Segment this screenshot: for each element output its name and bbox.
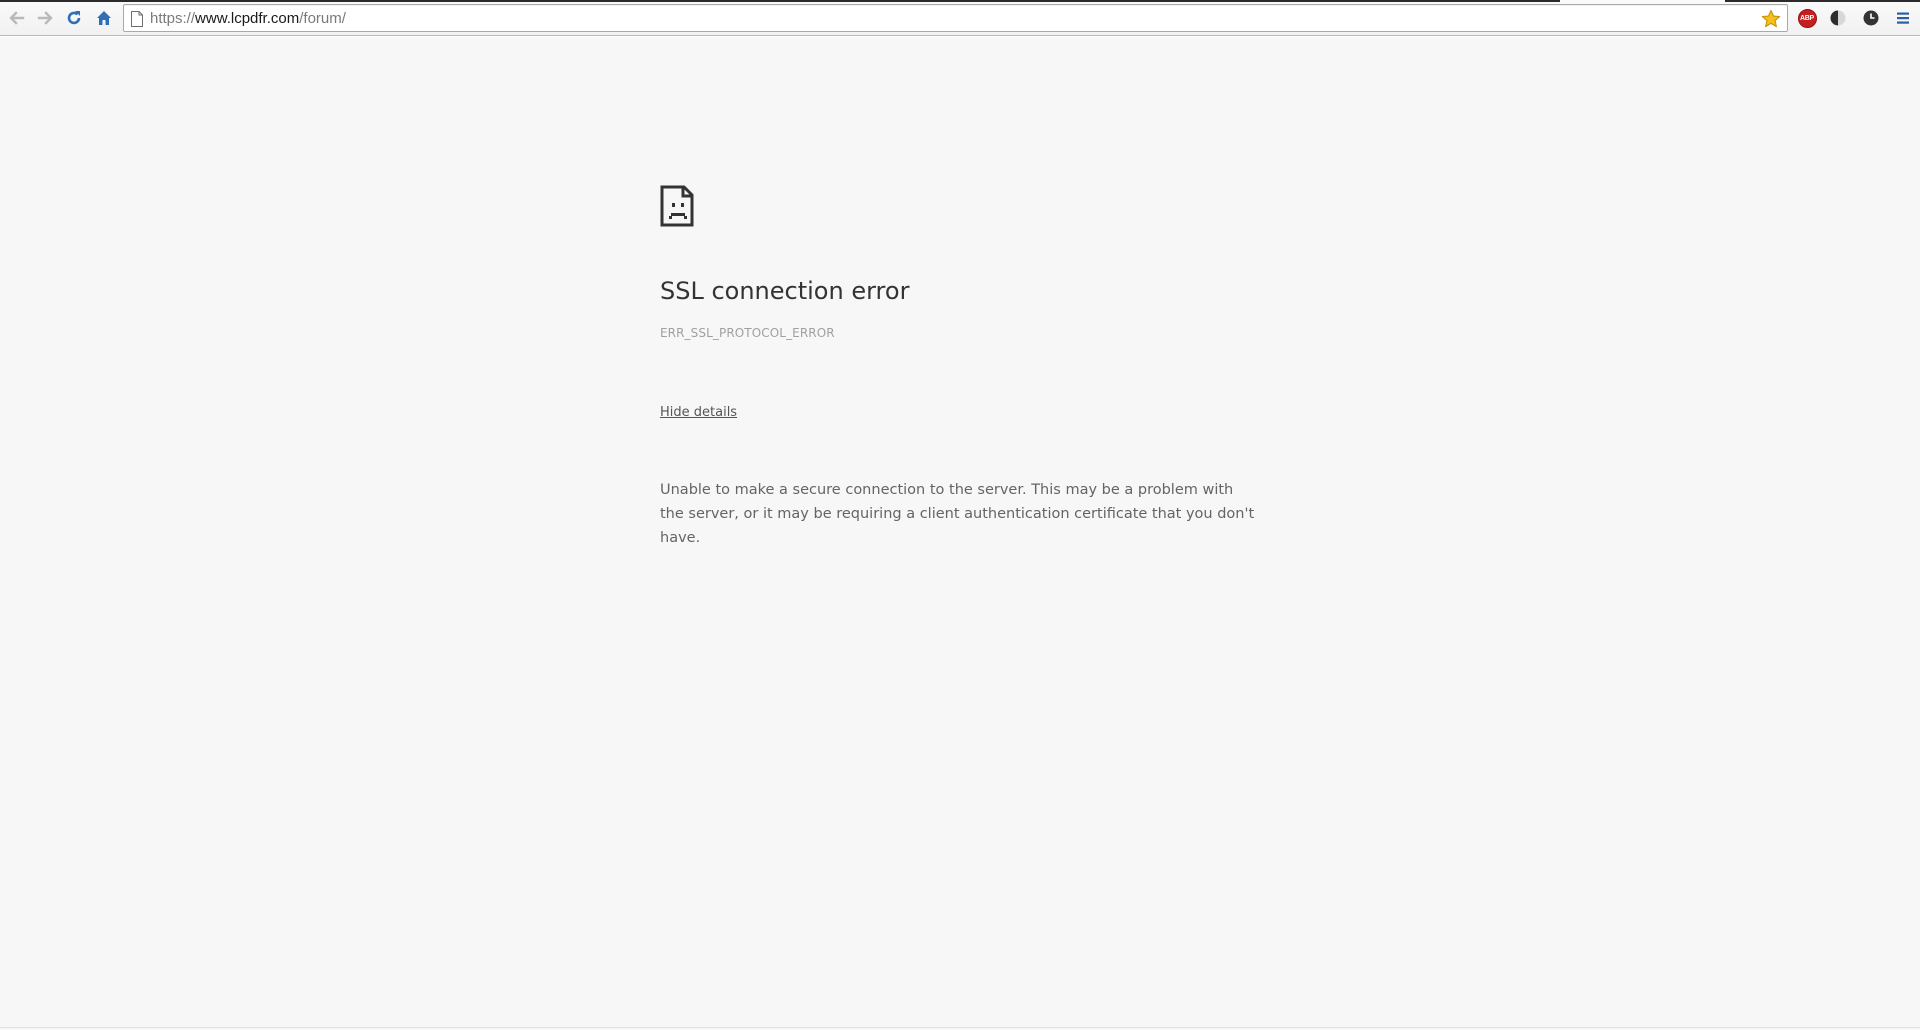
adblock-icon: ABP: [1797, 8, 1817, 28]
forward-button[interactable]: [33, 6, 57, 30]
extension-button-halfmoon[interactable]: [1827, 7, 1849, 29]
forward-arrow-icon: [37, 11, 53, 25]
browser-toolbar: https://www.lcpdfr.com/forum/ ABP: [0, 0, 1920, 36]
url-host: www.lcpdfr.com: [195, 10, 300, 27]
url-text[interactable]: https://www.lcpdfr.com/forum/: [150, 10, 346, 28]
page-content: SSL connection error ERR_SSL_PROTOCOL_ER…: [0, 37, 1920, 1030]
url-path: /forum/: [299, 10, 346, 27]
error-code: ERR_SSL_PROTOCOL_ERROR: [660, 326, 835, 340]
back-button[interactable]: [5, 6, 29, 30]
adblock-extension-button[interactable]: ABP: [1796, 7, 1818, 29]
url-scheme: https://: [150, 10, 196, 27]
error-title: SSL connection error: [660, 277, 910, 305]
tab-strip-edge: [0, 0, 1920, 2]
sad-page-icon: [660, 185, 694, 227]
back-arrow-icon: [9, 11, 25, 25]
clock-icon: [1863, 10, 1879, 26]
extension-button-clock[interactable]: [1860, 7, 1882, 29]
error-description: Unable to make a secure connection to th…: [660, 482, 1255, 546]
home-icon: [97, 11, 111, 25]
home-button[interactable]: [92, 6, 116, 30]
reload-icon: [67, 11, 81, 25]
hamburger-menu-icon: [1897, 12, 1909, 24]
bottom-divider: [0, 1027, 1920, 1028]
page-icon: [131, 11, 143, 27]
reload-button[interactable]: [62, 6, 86, 30]
hide-details-link[interactable]: Hide details: [660, 405, 737, 420]
star-icon[interactable]: [1761, 9, 1781, 29]
menu-button[interactable]: [1892, 7, 1914, 29]
address-bar[interactable]: https://www.lcpdfr.com/forum/: [123, 4, 1788, 32]
half-circle-icon: [1830, 10, 1846, 26]
